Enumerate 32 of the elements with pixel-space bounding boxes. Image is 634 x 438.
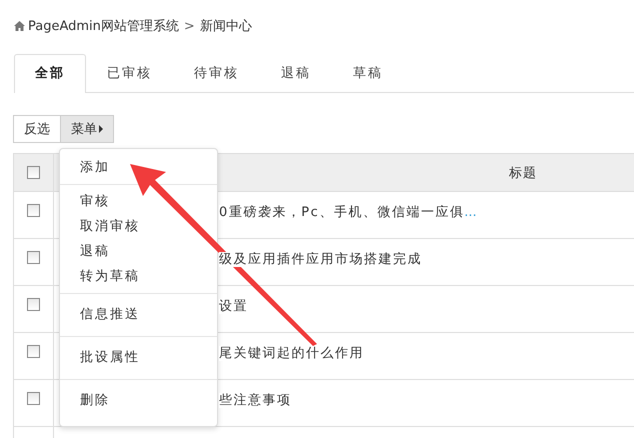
title-link[interactable]: 尾关键词起的什么作用 [219, 346, 364, 361]
breadcrumb-separator: > [184, 18, 195, 34]
menu-item[interactable]: 批设属性 [60, 341, 217, 375]
invert-selection-button[interactable]: 反选 [13, 115, 61, 143]
checkbox[interactable] [27, 345, 40, 358]
home-icon [14, 21, 25, 31]
title-link[interactable]: 设置 [219, 299, 248, 314]
checkbox[interactable] [27, 204, 40, 217]
title-link[interactable]: 级及应用插件应用市场搭建完成 [219, 252, 422, 267]
tab[interactable]: 待审核 [173, 54, 260, 93]
menu-button[interactable]: 菜单 [60, 115, 114, 143]
checkbox[interactable] [27, 392, 40, 405]
checkbox[interactable] [27, 251, 40, 264]
breadcrumb-link[interactable]: PageAdmin网站管理系统 [28, 17, 179, 35]
menu-item[interactable]: 添加 [60, 155, 217, 180]
checkbox[interactable] [27, 166, 40, 179]
menu-item[interactable]: 审核 [60, 189, 217, 214]
breadcrumb-current: 新闻中心 [200, 18, 252, 35]
tab[interactable]: 退稿 [260, 54, 332, 93]
menu-item[interactable]: 信息推送 [60, 298, 217, 332]
tab[interactable]: 全部 [14, 54, 86, 93]
title-link[interactable]: 0重磅袭来，Pc、手机、微信端一应俱 [219, 205, 464, 220]
tab[interactable]: 已审核 [86, 54, 173, 93]
menu-item[interactable]: 取消审核 [60, 214, 217, 239]
checkbox[interactable] [27, 298, 40, 311]
menu-item[interactable]: 删除 [60, 384, 217, 418]
caret-icon [99, 125, 103, 133]
menu-item[interactable]: 转为草稿 [60, 264, 217, 289]
menu-item[interactable]: 退稿 [60, 239, 217, 264]
tab[interactable]: 草稿 [332, 54, 404, 93]
column-header: 标题 [509, 164, 537, 182]
title-link[interactable]: 些注意事项 [219, 393, 292, 408]
